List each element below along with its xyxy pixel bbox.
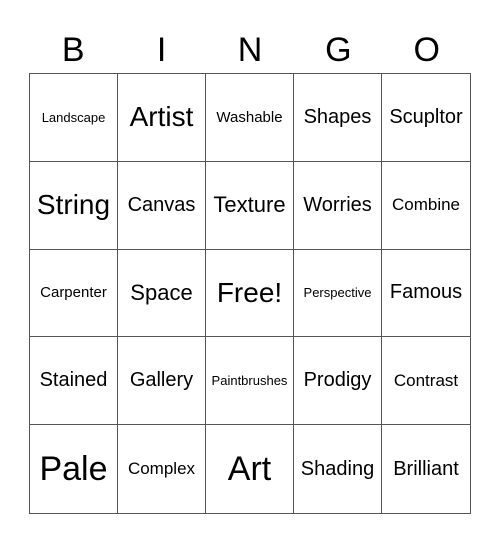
- cell-label: Combine: [391, 195, 461, 215]
- bingo-grid: Landscape Artist Washable Shapes Scupltor Str…: [29, 73, 471, 514]
- cell-label: Shading: [300, 457, 375, 480]
- bingo-cell[interactable]: Complex: [118, 425, 206, 513]
- cell-label: Free!: [216, 276, 283, 308]
- cell-label: Gallery: [129, 369, 194, 392]
- cell-label: Artist: [129, 101, 194, 133]
- bingo-cell[interactable]: Contrast: [382, 337, 470, 426]
- cell-label: Contrast: [393, 370, 459, 390]
- bingo-cell[interactable]: Gallery: [118, 337, 206, 426]
- bingo-cell[interactable]: Stained: [30, 337, 118, 426]
- bingo-cell[interactable]: Space: [118, 249, 206, 338]
- bingo-cell[interactable]: Shapes: [294, 74, 382, 162]
- bingo-cell[interactable]: Scupltor: [382, 74, 470, 162]
- bingo-cell[interactable]: Paintbrushes: [206, 337, 294, 426]
- cell-label: Carpenter: [40, 284, 107, 302]
- cell-label: Pale: [39, 449, 108, 488]
- bingo-cell[interactable]: Texture: [206, 161, 294, 250]
- bingo-cell[interactable]: Canvas: [118, 161, 206, 250]
- bingo-cell[interactable]: Shading: [294, 425, 382, 513]
- bingo-cell[interactable]: Art: [206, 425, 294, 513]
- header-letter-g: G: [325, 31, 352, 69]
- cell-label: Brilliant: [393, 457, 459, 480]
- bingo-cell[interactable]: Combine: [382, 162, 470, 250]
- bingo-cell[interactable]: String: [30, 161, 118, 250]
- cell-label: Scupltor: [389, 105, 463, 128]
- cell-label: Shapes: [303, 105, 372, 128]
- bingo-cell[interactable]: Worries: [294, 161, 382, 250]
- header-letter-b: B: [61, 31, 85, 69]
- cell-label: Stained: [39, 369, 108, 392]
- cell-label: Worries: [303, 193, 372, 216]
- bingo-cell[interactable]: Landscape: [30, 74, 118, 162]
- free-space-cell[interactable]: Free!: [206, 249, 294, 338]
- cell-label: Perspective: [303, 285, 372, 301]
- bingo-cell[interactable]: Famous: [382, 250, 470, 338]
- cell-label: String: [36, 189, 111, 221]
- cell-label: Complex: [127, 459, 196, 479]
- cell-label: Prodigy: [303, 369, 372, 392]
- cell-label: Washable: [216, 108, 283, 126]
- cell-label: Canvas: [127, 193, 196, 216]
- bingo-cell[interactable]: Artist: [118, 74, 206, 162]
- cell-label: Texture: [213, 192, 286, 218]
- bingo-cell[interactable]: Brilliant: [382, 425, 470, 513]
- bingo-cell[interactable]: Prodigy: [294, 337, 382, 426]
- cell-label: Landscape: [41, 109, 106, 125]
- cell-label: Space: [130, 279, 193, 305]
- cell-label: Paintbrushes: [211, 373, 288, 389]
- header-letter-i: I: [156, 31, 167, 69]
- bingo-cell[interactable]: Carpenter: [30, 249, 118, 338]
- bingo-cell[interactable]: Washable: [206, 74, 294, 162]
- bingo-header: B I N G O: [29, 28, 471, 72]
- bingo-cell[interactable]: Pale: [30, 425, 118, 513]
- cell-label: Famous: [389, 281, 463, 304]
- header-letter-o: O: [413, 31, 440, 69]
- cell-label: Art: [227, 449, 272, 488]
- bingo-cell[interactable]: Perspective: [294, 249, 382, 338]
- header-letter-n: N: [237, 31, 263, 69]
